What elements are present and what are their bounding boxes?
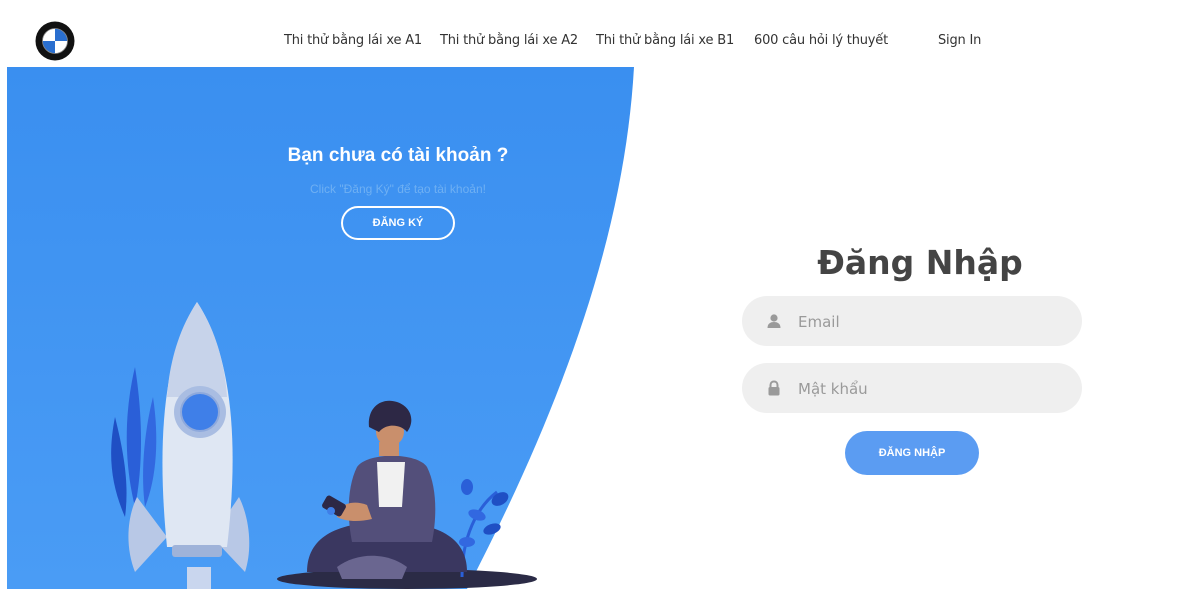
- nav-link-a1[interactable]: Thi thử bằng lái xe A1: [284, 33, 422, 48]
- email-field[interactable]: [742, 296, 1082, 348]
- plant-right: [459, 479, 509, 578]
- password-input[interactable]: [796, 363, 1070, 415]
- nav-link-sign-in[interactable]: Sign In: [938, 33, 981, 48]
- signup-button[interactable]: ĐĂNG KÝ: [341, 206, 455, 240]
- plant-left: [111, 367, 157, 517]
- login-button[interactable]: ĐĂNG NHẬP: [845, 431, 979, 475]
- nav-link-a2[interactable]: Thi thử bằng lái xe A2: [440, 33, 578, 48]
- email-input[interactable]: [796, 296, 1070, 348]
- password-field[interactable]: [742, 363, 1082, 415]
- top-navigation: Thi thử bằng lái xe A1 Thi thử bằng lái …: [0, 0, 1202, 66]
- login-heading: Đăng Nhập: [817, 243, 1023, 282]
- signup-panel: Bạn chưa có tài khoản ? Click "Đăng Ký" …: [7, 67, 647, 589]
- nav-link-b1[interactable]: Thi thử bằng lái xe B1: [596, 33, 734, 48]
- signup-subtitle: Click "Đăng Ký" để tạo tài khoản!: [310, 182, 486, 196]
- signup-heading: Bạn chưa có tài khoản ?: [287, 145, 509, 166]
- lock-icon: [768, 380, 780, 396]
- nav-link-theory[interactable]: 600 câu hỏi lý thuyết: [754, 33, 888, 48]
- person-with-phone: [307, 400, 467, 579]
- user-icon: [767, 314, 781, 328]
